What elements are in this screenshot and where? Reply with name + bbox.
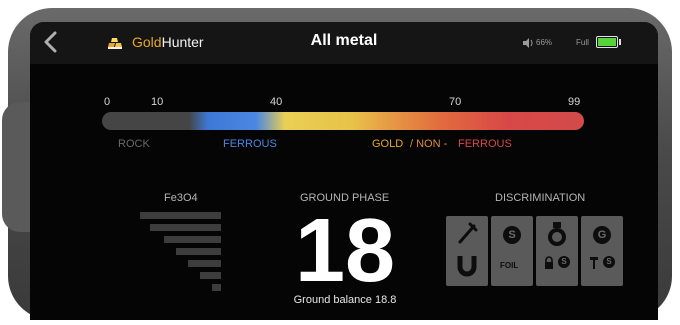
zone-gold-label: GOLD [372, 138, 404, 150]
fe3o4-bar [212, 284, 221, 291]
discrimination-label: DISCRIMINATION [495, 192, 586, 204]
disc-gold-button[interactable]: G S [581, 216, 623, 286]
disc-coin-foil-button[interactable]: S FOIL [491, 216, 533, 286]
fe3o4-bar [164, 236, 221, 243]
coin-s-small-icon: S [603, 256, 615, 268]
fe3o4-bar [200, 272, 221, 279]
magnet-icon [457, 256, 477, 277]
scale-tick-0: 0 [104, 96, 111, 108]
volume-level: 66% [536, 38, 553, 47]
scale-tick-40: 40 [270, 96, 283, 108]
fe3o4-bar [176, 248, 221, 255]
top-bar: GoldHunter All metal 66% Full [30, 22, 658, 64]
zone-non-label: / NON - [410, 138, 448, 150]
ground-phase-value: 18 [294, 201, 396, 301]
zone-ferrous-label: FERROUS [223, 138, 277, 150]
battery-icon [596, 36, 621, 48]
ring-icon [548, 222, 566, 246]
scale-tick-10: 10 [151, 96, 164, 108]
zone-nonferrous-label: FERROUS [458, 138, 512, 150]
scale-tick-70: 70 [449, 96, 462, 108]
coin-s-small-icon: S [558, 256, 570, 268]
pull-tab-icon [590, 257, 598, 269]
coin-s-icon: S [503, 226, 521, 244]
scale-tick-99: 99 [568, 96, 581, 108]
fe3o4-label: Fe3O4 [164, 192, 198, 204]
nail-icon [458, 222, 478, 244]
padlock-icon [545, 256, 553, 269]
fe3o4-bar [150, 224, 221, 231]
foil-label: FOIL [500, 261, 519, 270]
gold-g-icon: G [593, 226, 611, 244]
zone-rock-label: ROCK [118, 138, 150, 150]
app-screen: GoldHunter All metal 66% Full 0 10 40 70… [30, 22, 658, 320]
disc-nail-magnet-button[interactable] [446, 216, 488, 286]
fe3o4-bar [140, 212, 221, 219]
mode-title: All metal [310, 32, 378, 49]
speaker-icon [523, 38, 533, 48]
target-id-scale-bar [102, 112, 584, 130]
disc-ring-button[interactable]: S [536, 216, 578, 286]
battery-label: Full [576, 38, 589, 47]
ground-balance-text: Ground balance 18.8 [293, 294, 397, 306]
fe3o4-bar [188, 260, 221, 267]
